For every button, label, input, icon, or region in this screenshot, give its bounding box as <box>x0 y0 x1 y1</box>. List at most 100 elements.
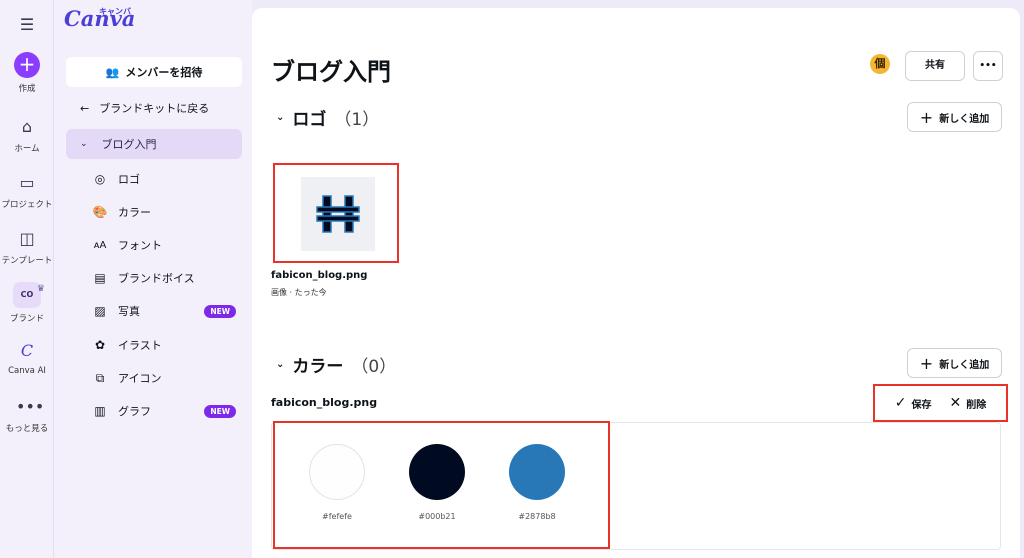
sidebar-item-illustration[interactable]: ✿ イラスト <box>92 337 236 353</box>
brand-icon-text: CO <box>20 290 34 299</box>
save-label: 保存 <box>911 399 932 411</box>
rail-label-templates: テンプレート <box>1 256 53 266</box>
check-icon: ✓ <box>894 395 907 411</box>
brand-kit-item[interactable]: ⌄ ブログ入門 <box>66 129 242 159</box>
illustration-icon: ✿ <box>94 338 106 352</box>
sidebar-item-logo[interactable]: ◎ ロゴ <box>92 171 236 187</box>
add-color-label: 新しく追加 <box>939 359 990 371</box>
photo-icon: ▨ <box>94 304 106 318</box>
palette-actions: ✓ 保存 ✕ 削除 <box>873 384 1008 422</box>
rail-label-brand: ブランド <box>9 314 44 324</box>
sidebar-item-label: 写真 <box>118 305 140 318</box>
more-options-button[interactable]: ••• <box>973 51 1003 81</box>
sidebar-item-label: イラスト <box>118 339 162 352</box>
chevron-down-icon: ⌄ <box>276 359 285 370</box>
palette-name[interactable]: fabicon_blog.png <box>271 396 377 409</box>
rail-item-brand[interactable]: CO ♛ ブランド <box>0 282 54 324</box>
new-badge: NEW <box>204 304 236 318</box>
close-icon: ✕ <box>949 395 962 411</box>
plus-icon: + <box>14 52 40 78</box>
add-logo-label: 新しく追加 <box>939 113 990 125</box>
chevron-down-icon: ⌄ <box>80 139 88 149</box>
individual-badge: 個 <box>870 54 890 74</box>
add-user-icon: 👥 <box>105 65 120 79</box>
logo-thumbnail <box>301 177 375 251</box>
rail-label-more: もっと見る <box>5 424 49 434</box>
icons-icon: ⧉ <box>95 370 105 385</box>
add-logo-button[interactable]: + 新しく追加 <box>907 102 1002 132</box>
sidebar-item-label: フォント <box>118 239 162 252</box>
rail-label-projects: プロジェクト <box>1 200 53 210</box>
create-button[interactable]: + 作成 <box>0 52 54 94</box>
sidebar-item-photos[interactable]: ▨ 写真 NEW <box>92 303 236 319</box>
invite-label: メンバーを招待 <box>125 66 203 79</box>
template-icon: ◫ <box>19 229 35 248</box>
save-button[interactable]: ✓ 保存 <box>895 395 932 411</box>
plus-icon: + <box>919 353 934 373</box>
sidebar-item-icons[interactable]: ⧉ アイコン <box>92 370 236 386</box>
canva-ai-icon: C <box>20 341 34 360</box>
chart-icon: ▥ <box>94 404 106 418</box>
delete-button[interactable]: ✕ 削除 <box>950 395 987 411</box>
brand-kit-panel: ブログ入門 個 共有 ••• ⌄ ロゴ （1） + 新しく追加 fabicon_… <box>252 8 1020 558</box>
sidebar-item-label: アイコン <box>118 372 162 385</box>
sidebar-item-color[interactable]: 🎨 カラー <box>92 204 236 220</box>
more-icon: ••• <box>16 397 45 416</box>
color-swatch-label: #2878b8 <box>518 512 556 521</box>
delete-label: 削除 <box>966 399 987 411</box>
color-swatch-label: #000b21 <box>418 512 456 521</box>
logo-file-meta: 画像 · たった今 <box>271 288 327 297</box>
color-swatch[interactable] <box>509 444 565 500</box>
brand-icon: CO ♛ <box>13 282 45 308</box>
back-label: ブランドキットに戻る <box>99 102 210 115</box>
sidebar-item-chart[interactable]: ▥ グラフ NEW <box>92 403 236 419</box>
brand-sidebar: Canva キャンバ 👥 メンバーを招待 ← ブランドキットに戻る ⌄ ブログ入… <box>54 0 252 558</box>
font-icon: ᴀA <box>93 239 107 251</box>
logo-section-title: ロゴ <box>292 110 327 130</box>
add-color-button[interactable]: + 新しく追加 <box>907 348 1002 378</box>
h-logo-icon <box>316 195 360 233</box>
palette-icon: 🎨 <box>92 205 108 219</box>
arrow-left-icon: ← <box>80 101 90 115</box>
home-icon: ⌂ <box>21 117 33 136</box>
rail-item-home[interactable]: ⌂ ホーム <box>0 116 54 154</box>
rail-item-templates[interactable]: ◫ テンプレート <box>0 228 54 266</box>
sidebar-item-label: カラー <box>118 206 151 219</box>
rail-item-projects[interactable]: ▭ プロジェクト <box>0 172 54 210</box>
collapse-sidebar-button[interactable]: ☰ <box>0 14 54 36</box>
color-section-header[interactable]: ⌄ カラー （0） <box>276 352 396 377</box>
invite-members-button[interactable]: 👥 メンバーを招待 <box>66 57 242 87</box>
rail-label-canva-ai: Canva AI <box>8 366 46 376</box>
collapse-sidebar-icon: ☰ <box>19 15 35 34</box>
crown-icon: ♛ <box>36 284 45 294</box>
chevron-down-icon: ⌄ <box>276 112 285 123</box>
sidebar-item-brand-voice[interactable]: ▤ ブランドボイス <box>92 270 236 286</box>
color-swatch-label: #fefefe <box>322 512 352 521</box>
color-swatch[interactable] <box>409 444 465 500</box>
canva-logo-kana: キャンバ <box>99 7 131 16</box>
page-title: ブログ入門 <box>271 58 391 86</box>
plus-icon: + <box>919 107 934 127</box>
color-swatch[interactable] <box>309 444 365 500</box>
color-section-title: カラー <box>292 357 344 377</box>
left-rail: ☰ + 作成 ⌂ ホーム ▭ プロジェクト ◫ テンプレート CO ♛ ブランド… <box>0 0 54 558</box>
more-icon: ••• <box>979 61 997 71</box>
new-badge: NEW <box>204 404 236 418</box>
back-to-brand-kits-link[interactable]: ← ブランドキットに戻る <box>80 100 209 116</box>
create-label: 作成 <box>18 84 36 94</box>
logo-section-count: （1） <box>334 110 380 130</box>
sidebar-item-label: ロゴ <box>118 173 140 186</box>
logo-card[interactable] <box>273 163 399 263</box>
folder-icon: ▭ <box>19 173 35 192</box>
share-button[interactable]: 共有 <box>905 51 965 81</box>
logo-file-name: fabicon_blog.png <box>271 270 368 281</box>
logo-icon: ◎ <box>94 172 106 186</box>
sidebar-item-label: グラフ <box>118 405 151 418</box>
rail-label-home: ホーム <box>14 144 40 154</box>
sidebar-item-font[interactable]: ᴀA フォント <box>92 237 236 253</box>
rail-item-canva-ai[interactable]: C Canva AI <box>0 340 54 376</box>
rail-item-more[interactable]: ••• もっと見る <box>0 396 54 434</box>
sidebar-item-label: ブランドボイス <box>118 272 195 285</box>
logo-section-header[interactable]: ⌄ ロゴ （1） <box>276 105 379 130</box>
brand-kit-label: ブログ入門 <box>101 138 157 151</box>
